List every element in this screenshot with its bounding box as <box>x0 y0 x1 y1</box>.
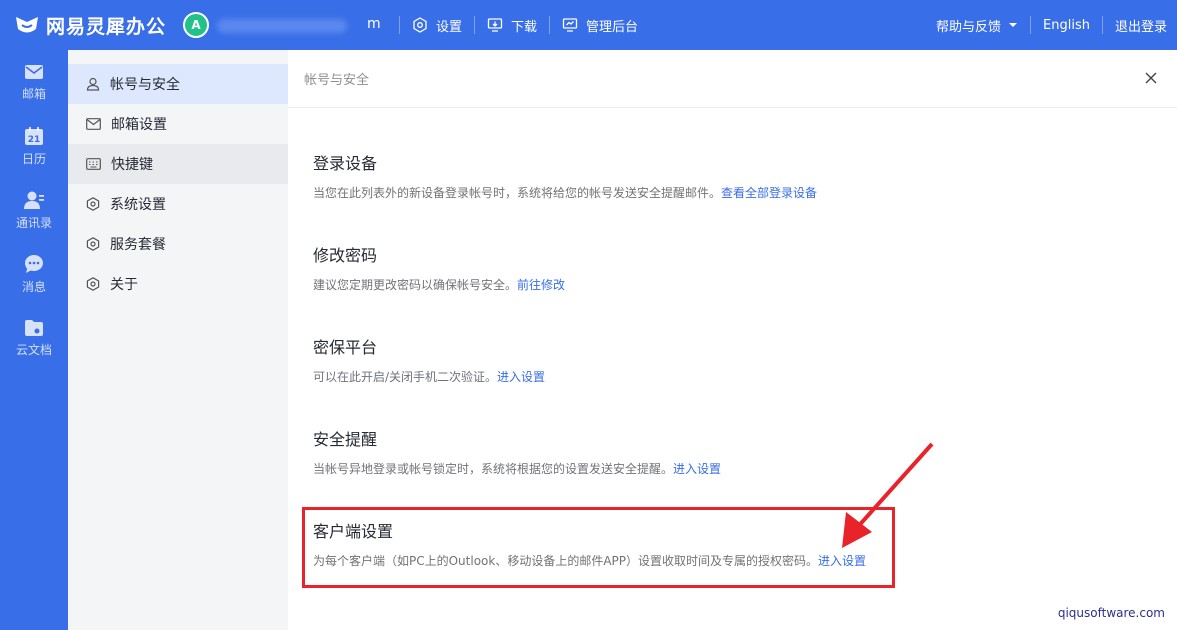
section-description: 建议您定期更改密码以确保帐号安全。前往修改 <box>313 276 565 293</box>
sidebar-item-about[interactable]: 关于 <box>68 264 288 304</box>
contacts-icon <box>24 191 44 209</box>
logout-button[interactable]: 退出登录 <box>1115 16 1167 35</box>
sidebar-item-label: 关于 <box>110 277 138 293</box>
section-security-alerts: 安全提醒 当帐号异地登录或帐号锁定时，系统将根据您的设置发送安全提醒。进入设置 <box>313 426 721 477</box>
account-blur <box>217 19 347 33</box>
calendar-day: 21 <box>28 135 41 145</box>
change-password-link[interactable]: 前往修改 <box>517 278 565 292</box>
section-desc-text: 建议您定期更改密码以确保帐号安全。 <box>313 278 518 292</box>
section-description: 可以在此开启/关闭手机二次验证。进入设置 <box>313 368 545 385</box>
nav-settings[interactable]: 设置 <box>412 16 462 35</box>
user-icon <box>86 77 100 91</box>
sidebar-item-service-plan[interactable]: 服务套餐 <box>68 224 288 264</box>
section-description: 为每个客户端（如PC上的Outlook、移动设备上的邮件APP）设置收取时间及专… <box>313 552 866 569</box>
section-security-platform: 密保平台 可以在此开启/关闭手机二次验证。进入设置 <box>313 334 545 385</box>
sidebar-item-label: 帐号与安全 <box>110 77 180 93</box>
view-all-devices-link[interactable]: 查看全部登录设备 <box>721 186 817 200</box>
nav-divider <box>474 16 476 34</box>
section-title: 密保平台 <box>313 338 378 357</box>
keyboard-icon <box>86 158 101 170</box>
close-icon[interactable] <box>1143 70 1159 86</box>
rail-item-mail[interactable]: 邮箱 <box>0 50 68 114</box>
sidebar-item-label: 系统设置 <box>110 197 166 213</box>
app-rail: 邮箱 21 日历 通讯录 消息 云文档 <box>0 50 68 630</box>
section-title: 客户端设置 <box>313 522 394 541</box>
section-description: 当帐号异地登录或帐号锁定时，系统将根据您的设置发送安全提醒。进入设置 <box>313 460 721 477</box>
section-desc-text: 为每个客户端（如PC上的Outlook、移动设备上的邮件APP）设置收取时间及专… <box>313 554 819 568</box>
content-header: 帐号与安全 <box>288 50 1177 108</box>
sidebar-item-shortcuts[interactable]: 快捷键 <box>68 144 288 184</box>
section-desc-text: 可以在此开启/关闭手机二次验证。 <box>313 370 498 384</box>
rail-label: 通讯录 <box>15 215 52 230</box>
caret-down-icon <box>1009 23 1018 27</box>
nav-admin-label: 管理后台 <box>586 19 639 35</box>
page-title: 帐号与安全 <box>304 73 370 88</box>
account-name[interactable]: m <box>217 16 387 34</box>
nav-divider <box>549 16 551 34</box>
hexagon-gear-icon <box>86 277 100 291</box>
sidebar-item-label: 快捷键 <box>111 157 153 173</box>
section-desc-text: 当您在此列表外的新设备登录帐号时，系统将给您的帐号发送安全提醒邮件。 <box>313 186 722 200</box>
calendar-icon: 21 <box>25 126 43 145</box>
account-tail: m <box>367 16 381 32</box>
section-title: 修改密码 <box>313 246 378 265</box>
security-alerts-link[interactable]: 进入设置 <box>673 462 721 476</box>
sidebar-item-mail-settings[interactable]: 邮箱设置 <box>68 104 288 144</box>
monitor-download-icon <box>487 18 503 32</box>
rail-label: 邮箱 <box>21 86 46 101</box>
sidebar-item-system-settings[interactable]: 系统设置 <box>68 184 288 224</box>
help-feedback-menu[interactable]: 帮助与反馈 <box>936 16 1018 35</box>
chat-icon <box>25 254 43 273</box>
nav-admin[interactable]: 管理后台 <box>562 16 638 35</box>
rail-label: 消息 <box>21 279 46 294</box>
app-logo[interactable]: 网易灵犀办公 <box>0 0 180 50</box>
sidebar-item-label: 邮箱设置 <box>111 117 167 133</box>
admin-monitor-icon <box>562 18 578 32</box>
top-right-menu: 帮助与反馈 English 退出登录 <box>936 0 1167 50</box>
rail-item-contacts[interactable]: 通讯录 <box>0 178 68 242</box>
rail-label: 云文档 <box>15 342 52 357</box>
section-login-devices: 登录设备 当您在此列表外的新设备登录帐号时，系统将给您的帐号发送安全提醒邮件。查… <box>313 150 817 201</box>
section-description: 当您在此列表外的新设备登录帐号时，系统将给您的帐号发送安全提醒邮件。查看全部登录… <box>313 184 817 201</box>
gear-icon <box>413 17 427 33</box>
hexagon-gear-icon <box>86 237 100 251</box>
help-feedback-label: 帮助与反馈 <box>936 19 1002 35</box>
section-client-settings: 客户端设置 为每个客户端（如PC上的Outlook、移动设备上的邮件APP）设置… <box>313 518 866 569</box>
nav-settings-label: 设置 <box>436 19 463 35</box>
section-title: 登录设备 <box>313 154 378 173</box>
nav-download-label: 下载 <box>511 19 538 35</box>
section-change-password: 修改密码 建议您定期更改密码以确保帐号安全。前往修改 <box>313 242 565 293</box>
security-platform-link[interactable]: 进入设置 <box>497 370 545 384</box>
settings-content: 帐号与安全 登录设备 当您在此列表外的新设备登录帐号时，系统将给您的帐号发送安全… <box>288 50 1177 630</box>
language-switch[interactable]: English <box>1043 18 1090 33</box>
top-bar: 网易灵犀办公 A m 设置 下载 管理后台 帮助与反馈 English 退出登录 <box>0 0 1177 50</box>
nav-divider <box>1030 16 1032 34</box>
nav-divider <box>1101 16 1103 34</box>
mail-icon <box>25 64 43 79</box>
cloud-docs-icon <box>25 319 43 336</box>
hexagon-gear-icon <box>86 197 100 211</box>
watermark: qiqusoftware.com <box>1057 606 1165 620</box>
avatar[interactable]: A <box>183 12 209 38</box>
client-settings-link[interactable]: 进入设置 <box>818 554 866 568</box>
logo-icon <box>16 17 38 33</box>
sidebar-item-account-security[interactable]: 帐号与安全 <box>68 64 288 104</box>
section-desc-text: 当帐号异地登录或帐号锁定时，系统将根据您的设置发送安全提醒。 <box>313 462 674 476</box>
nav-download[interactable]: 下载 <box>487 16 537 35</box>
section-title: 安全提醒 <box>313 430 378 449</box>
nav-divider <box>399 16 400 34</box>
rail-label: 日历 <box>21 151 46 166</box>
rail-item-messages[interactable]: 消息 <box>0 242 68 306</box>
sidebar-item-label: 服务套餐 <box>110 237 166 253</box>
app-name: 网易灵犀办公 <box>46 15 167 38</box>
rail-item-calendar[interactable]: 21 日历 <box>0 114 68 178</box>
settings-sidebar: 帐号与安全 邮箱设置 快捷键 系统设置 服务套餐 关于 <box>68 50 288 630</box>
mail-icon <box>86 118 101 130</box>
rail-item-cloud-docs[interactable]: 云文档 <box>0 306 68 370</box>
